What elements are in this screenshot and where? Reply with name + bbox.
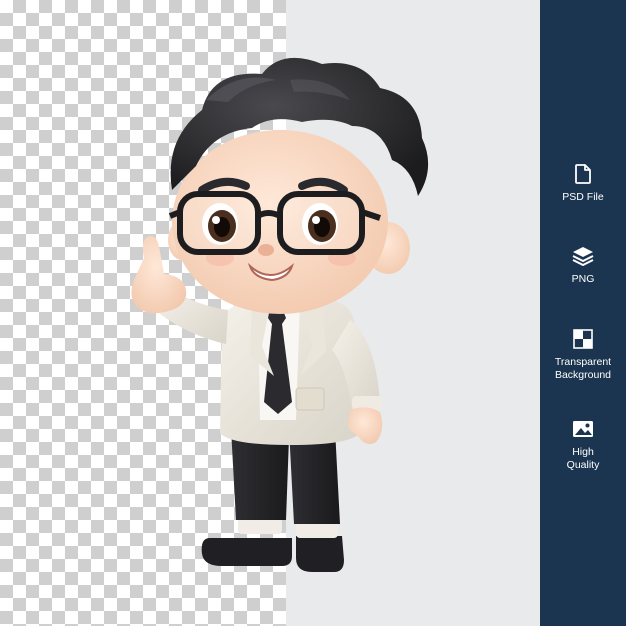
feature-label: PNG: [571, 273, 595, 285]
image-icon: [572, 418, 594, 440]
character-illustration: [131, 57, 429, 572]
shoes: [201, 518, 344, 572]
transparency-icon: [572, 328, 594, 350]
feature-png: PNG: [540, 245, 626, 286]
feature-label: PSD File: [562, 191, 604, 203]
feature-sidebar: PSD File PNG Transparent Background High…: [540, 0, 626, 626]
feature-label: Transparent Background: [554, 356, 612, 381]
layers-icon: [572, 245, 594, 267]
feature-transparent-background: Transparent Background: [540, 328, 626, 382]
feature-psd-file: PSD File: [540, 163, 626, 204]
file-icon: [572, 163, 594, 185]
feature-label: High Quality: [566, 446, 600, 471]
preview-area: [0, 0, 540, 626]
feature-high-quality: High Quality: [540, 418, 626, 472]
